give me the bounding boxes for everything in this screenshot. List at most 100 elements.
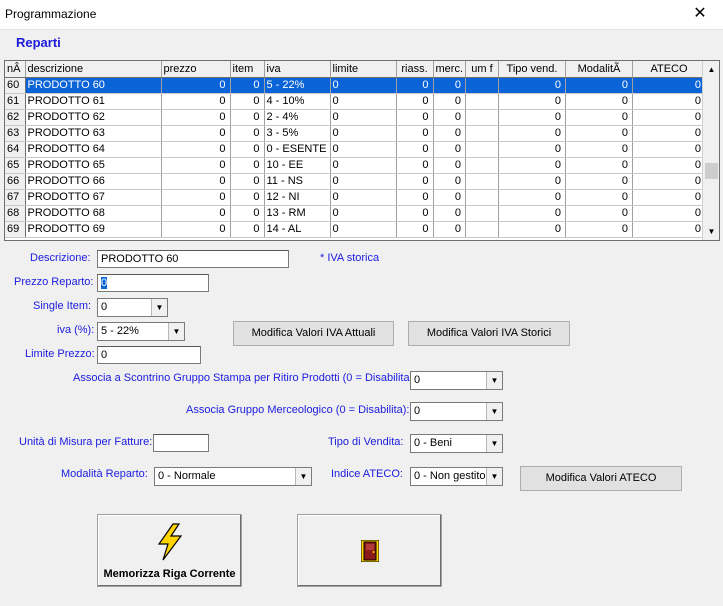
table-cell[interactable]: 0 (230, 205, 265, 222)
column-header[interactable]: limite (330, 61, 397, 78)
table-cell[interactable]: 12 - NI (264, 189, 331, 206)
table-cell[interactable]: 0 (565, 157, 633, 174)
table-cell[interactable]: PRODOTTO 60 (25, 77, 162, 94)
row-index[interactable]: 69 (5, 221, 26, 238)
table-cell[interactable]: 5 - 22% (264, 77, 331, 94)
table-cell[interactable]: PRODOTTO 68 (25, 205, 162, 222)
column-header[interactable]: riass. (396, 61, 434, 78)
table-cell[interactable]: 0 (433, 205, 466, 222)
table-cell[interactable]: 0 (433, 141, 466, 158)
table-cell[interactable]: 0 (632, 221, 706, 238)
row-index[interactable]: 60 (5, 77, 26, 94)
table-cell[interactable]: 0 (498, 93, 566, 110)
table-cell[interactable]: 0 (498, 109, 566, 126)
table-cell[interactable]: 0 (498, 157, 566, 174)
table-cell[interactable]: 0 (498, 205, 566, 222)
table-cell[interactable] (465, 77, 499, 94)
table-cell[interactable]: 0 (230, 77, 265, 94)
chevron-down-icon[interactable]: ▼ (486, 372, 502, 389)
table-row[interactable]: 61 PRODOTTO 61 0 0 4 - 10% 0 0 0 0 0 0 (5, 93, 706, 110)
table-cell[interactable]: 4 - 10% (264, 93, 331, 110)
prezzo-input[interactable]: 0 (97, 274, 209, 292)
row-index[interactable]: 64 (5, 141, 26, 158)
table-cell[interactable]: PRODOTTO 64 (25, 141, 162, 158)
grid-scrollbar[interactable]: ▲ ▼ (702, 61, 719, 240)
table-cell[interactable]: 0 (565, 173, 633, 190)
table-cell[interactable]: 10 - EE (264, 157, 331, 174)
table-cell[interactable]: 0 (498, 173, 566, 190)
table-cell[interactable]: 0 (498, 77, 566, 94)
table-row[interactable]: 62 PRODOTTO 62 0 0 2 - 4% 0 0 0 0 0 0 (5, 109, 706, 126)
table-cell[interactable]: 0 (433, 173, 466, 190)
table-cell[interactable]: 0 (565, 125, 633, 142)
table-cell[interactable]: 0 (161, 109, 231, 126)
table-cell[interactable]: 0 (230, 109, 265, 126)
table-cell[interactable]: PRODOTTO 66 (25, 173, 162, 190)
table-cell[interactable]: 0 (330, 189, 397, 206)
table-cell[interactable]: 0 (161, 141, 231, 158)
table-cell[interactable] (465, 141, 499, 158)
table-cell[interactable]: 0 (330, 109, 397, 126)
chevron-down-icon[interactable]: ▼ (168, 323, 184, 340)
scroll-thumb[interactable] (705, 163, 718, 179)
table-cell[interactable]: 0 (396, 189, 434, 206)
table-cell[interactable]: 0 (632, 173, 706, 190)
table-cell[interactable]: 0 (565, 221, 633, 238)
unita-input[interactable] (153, 434, 209, 452)
table-cell[interactable]: PRODOTTO 65 (25, 157, 162, 174)
table-cell[interactable]: 0 (433, 93, 466, 110)
column-header[interactable]: item (230, 61, 265, 78)
column-header[interactable]: ModalitÃ (565, 61, 633, 78)
table-cell[interactable] (465, 189, 499, 206)
table-cell[interactable]: 0 (330, 173, 397, 190)
scroll-up-icon[interactable]: ▲ (703, 61, 719, 78)
table-cell[interactable] (465, 109, 499, 126)
chevron-down-icon[interactable]: ▼ (486, 403, 502, 420)
row-index[interactable]: 66 (5, 173, 26, 190)
table-cell[interactable]: 0 (433, 77, 466, 94)
row-index[interactable]: 68 (5, 205, 26, 222)
table-cell[interactable]: 0 (161, 221, 231, 238)
table-cell[interactable]: 0 (498, 189, 566, 206)
table-cell[interactable]: 0 (396, 221, 434, 238)
table-cell[interactable]: 0 (230, 157, 265, 174)
table-cell[interactable]: 14 - AL (264, 221, 331, 238)
table-cell[interactable]: 0 (632, 205, 706, 222)
table-cell[interactable]: 0 (565, 205, 633, 222)
table-cell[interactable] (465, 173, 499, 190)
table-cell[interactable]: 0 (230, 141, 265, 158)
table-cell[interactable]: 0 (632, 109, 706, 126)
table-cell[interactable]: 0 (632, 189, 706, 206)
table-cell[interactable]: 0 (498, 141, 566, 158)
table-cell[interactable]: 0 (396, 109, 434, 126)
exit-button[interactable] (297, 514, 442, 587)
table-cell[interactable]: 0 (330, 125, 397, 142)
single-item-select[interactable]: 0 ▼ (97, 298, 168, 317)
descrizione-input[interactable]: PRODOTTO 60 (97, 250, 289, 268)
table-cell[interactable] (465, 205, 499, 222)
table-cell[interactable]: 0 (230, 221, 265, 238)
table-cell[interactable]: 0 (230, 93, 265, 110)
table-cell[interactable]: 0 (632, 77, 706, 94)
tipo-vendita-select[interactable]: 0 - Beni ▼ (410, 434, 503, 453)
table-cell[interactable]: 0 (230, 189, 265, 206)
table-row[interactable]: 67 PRODOTTO 67 0 0 12 - NI 0 0 0 0 0 0 (5, 189, 706, 206)
scroll-down-icon[interactable]: ▼ (703, 223, 719, 240)
column-header[interactable]: descrizione (25, 61, 162, 78)
table-cell[interactable]: 0 (498, 125, 566, 142)
table-cell[interactable]: 0 - ESENTE (264, 141, 331, 158)
table-row[interactable]: 68 PRODOTTO 68 0 0 13 - RM 0 0 0 0 0 0 (5, 205, 706, 222)
row-index[interactable]: 67 (5, 189, 26, 206)
chevron-down-icon[interactable]: ▼ (486, 435, 502, 452)
table-cell[interactable] (465, 125, 499, 142)
table-row[interactable]: 69 PRODOTTO 69 0 0 14 - AL 0 0 0 0 0 0 (5, 221, 706, 238)
table-cell[interactable]: 0 (330, 205, 397, 222)
table-cell[interactable]: 0 (433, 157, 466, 174)
table-cell[interactable]: 0 (565, 189, 633, 206)
gruppo-stampa-select[interactable]: 0 ▼ (410, 371, 503, 390)
column-header[interactable]: merc. (433, 61, 466, 78)
table-cell[interactable]: 0 (161, 77, 231, 94)
table-cell[interactable] (465, 157, 499, 174)
table-cell[interactable]: 0 (161, 125, 231, 142)
table-cell[interactable] (465, 93, 499, 110)
